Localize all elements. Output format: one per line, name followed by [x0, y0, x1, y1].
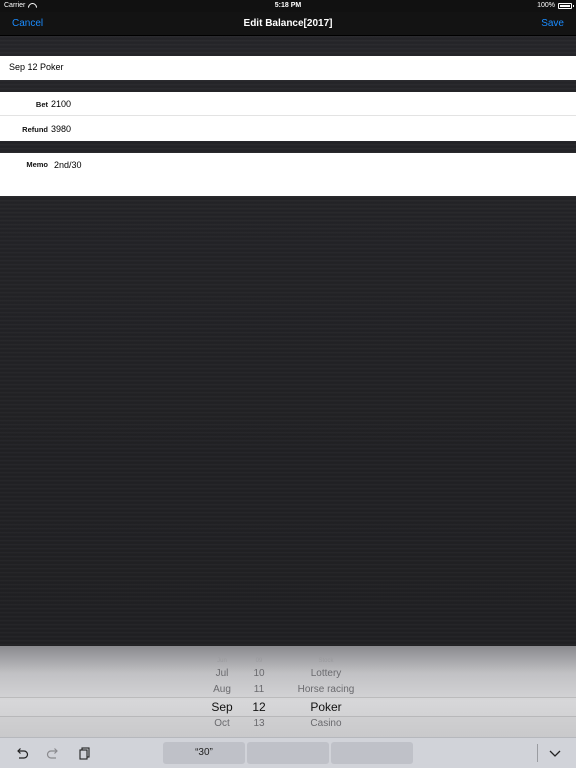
- keyboard-dismiss-icon[interactable]: [548, 747, 562, 759]
- keyboard-divider: [537, 744, 538, 762]
- status-time: 5:18 PM: [274, 2, 302, 9]
- amounts-group: Bet 2100 Refund 3980: [0, 92, 576, 141]
- suggestion-1[interactable]: “30”: [163, 742, 245, 764]
- picker-day-selected[interactable]: 12: [238, 700, 280, 714]
- picker-day-option[interactable]: 11: [238, 684, 280, 695]
- kind-picker-column[interactable]: Stock Lottery Horse racing Poker Casino: [276, 646, 376, 737]
- battery-percent: 100%: [537, 2, 555, 9]
- paste-icon[interactable]: [78, 746, 92, 760]
- bet-row: Bet 2100: [0, 92, 576, 116]
- memo-field[interactable]: 2nd/30: [54, 160, 82, 170]
- picker-day-option[interactable]: 09: [238, 658, 280, 664]
- page-title: Edit Balance[2017]: [243, 18, 333, 29]
- title-field[interactable]: Sep 12 Poker: [9, 62, 64, 72]
- picker-kind-option[interactable]: Horse racing: [276, 684, 376, 695]
- title-group: Sep 12 Poker: [0, 56, 576, 80]
- battery-icon: [558, 2, 574, 9]
- picker-kind-option[interactable]: Lottery: [276, 668, 376, 679]
- save-button[interactable]: Save: [541, 18, 564, 29]
- undo-icon[interactable]: [15, 746, 29, 760]
- suggestion-2[interactable]: [247, 742, 329, 764]
- day-picker-column[interactable]: 09 10 11 12 13: [238, 646, 280, 737]
- picker-kind-option[interactable]: Casino: [276, 718, 376, 729]
- status-bar: Carrier 5:18 PM 100%: [0, 0, 576, 12]
- bet-field[interactable]: 2100: [51, 99, 71, 109]
- memo-group: Memo 2nd/30: [0, 153, 576, 196]
- picker-day-option[interactable]: 13: [238, 718, 280, 729]
- refund-row: Refund 3980: [0, 117, 576, 141]
- picker-kind-option[interactable]: Stock: [276, 658, 376, 664]
- battery-indicator: 100%: [537, 2, 574, 9]
- date-kind-picker[interactable]: Jun Jul Aug Sep Oct 09 10 11 12 13 Stock…: [0, 646, 576, 737]
- refund-label: Refund: [22, 125, 48, 134]
- navigation-bar: Cancel Edit Balance[2017] Save: [0, 12, 576, 36]
- suggestion-3[interactable]: [331, 742, 413, 764]
- redo-icon[interactable]: [46, 746, 60, 760]
- picker-kind-selected[interactable]: Poker: [276, 700, 376, 714]
- keyboard-shortcut-bar: “30”: [0, 737, 576, 768]
- refund-field[interactable]: 3980: [51, 124, 71, 134]
- picker-day-option[interactable]: 10: [238, 668, 280, 679]
- bet-label: Bet: [35, 100, 48, 109]
- memo-label: Memo: [26, 160, 48, 169]
- app-screen: Carrier 5:18 PM 100% Cancel Edit Balance…: [0, 0, 576, 768]
